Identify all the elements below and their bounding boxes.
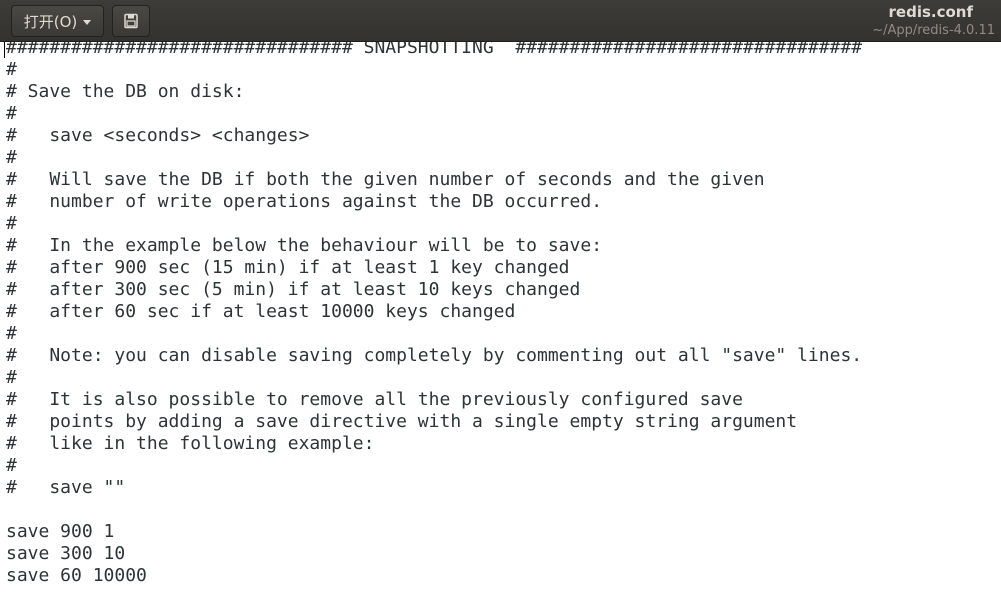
editor-line: save 900 1	[6, 521, 115, 542]
editor-line: # number of write operations against the…	[6, 191, 603, 212]
text-cursor	[4, 42, 5, 58]
editor-line: # Will save the DB if both the given num…	[6, 169, 765, 190]
editor-line: # after 900 sec (15 min) if at least 1 k…	[6, 257, 570, 278]
editor-line: # In the example below the behaviour wil…	[6, 235, 603, 256]
editor-line: # It is also possible to remove all the …	[6, 389, 743, 410]
save-document-icon	[124, 13, 138, 29]
window-subtitle: ~/App/redis-4.0.11	[872, 23, 995, 38]
editor-line: # save <seconds> <changes>	[6, 125, 310, 146]
editor-line: #	[6, 59, 17, 80]
editor-line: #	[6, 455, 17, 476]
editor-line: #	[6, 367, 17, 388]
open-button-label: 打开(O)	[23, 12, 78, 31]
text-editor-area[interactable]: ################################ SNAPSHO…	[0, 42, 1001, 599]
editor-line: # Note: you can disable saving completel…	[6, 345, 863, 366]
window-title-block: redis.conf ~/App/redis-4.0.11	[872, 2, 995, 40]
editor-line: # after 300 sec (5 min) if at least 10 k…	[6, 279, 581, 300]
editor-line: #	[6, 103, 17, 124]
editor-line: save 60 10000	[6, 565, 147, 586]
editor-line: save 300 10	[6, 543, 126, 564]
editor-lines: ################################ SNAPSHO…	[6, 42, 862, 587]
editor-line: # save ""	[6, 477, 126, 498]
header-bar: 打开(O) redis.conf ~/App/redis-4.0.11	[0, 0, 1001, 42]
chevron-down-icon	[83, 19, 92, 25]
editor-line: #	[6, 213, 17, 234]
editor-line: #	[6, 323, 17, 344]
window-title: redis.conf	[888, 3, 973, 21]
editor-line: # after 60 sec if at least 10000 keys ch…	[6, 301, 516, 322]
editor-line: #	[6, 147, 17, 168]
editor-line: # Save the DB on disk:	[6, 81, 245, 102]
editor-line: # points by adding a save directive with…	[6, 411, 798, 432]
editor-line: # like in the following example:	[6, 433, 375, 454]
editor-line: ################################ SNAPSHO…	[6, 42, 863, 58]
open-button[interactable]: 打开(O)	[11, 5, 104, 37]
save-button[interactable]	[112, 5, 150, 37]
